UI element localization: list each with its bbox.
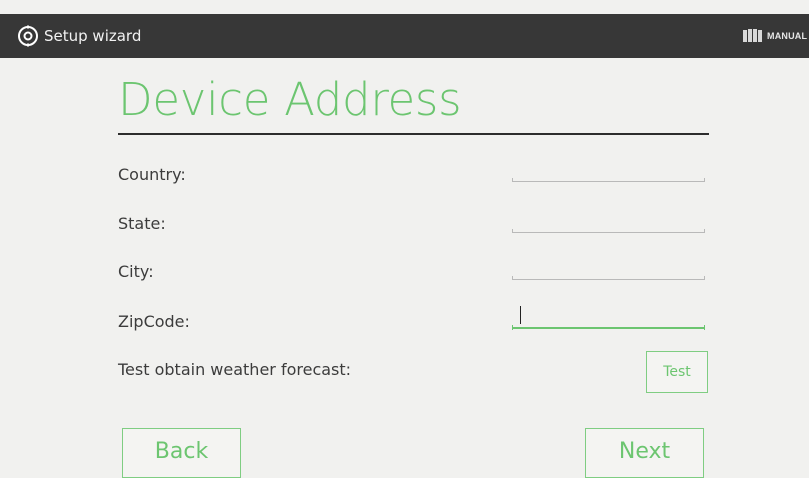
state-label: State:: [118, 214, 166, 233]
text-cursor: [520, 306, 521, 324]
app-title: Setup wizard: [44, 27, 142, 45]
city-field[interactable]: [512, 258, 705, 280]
zipcode-field[interactable]: [512, 307, 705, 329]
country-field-edge-left: [512, 178, 513, 182]
zipcode-field-edge-right: [704, 325, 705, 330]
gear-icon[interactable]: [17, 25, 39, 47]
city-field-edge-right: [704, 276, 705, 280]
title-divider: [118, 133, 709, 135]
manual-link[interactable]: MANUAL: [767, 29, 807, 43]
country-field-edge-right: [704, 178, 705, 182]
state-field[interactable]: [512, 211, 705, 233]
zipcode-label: ZipCode:: [118, 312, 190, 331]
test-forecast-label: Test obtain weather forecast:: [118, 360, 352, 379]
top-app-bar: Setup wizard MANUAL: [0, 14, 809, 58]
country-label: Country:: [118, 165, 186, 184]
zipcode-field-edge-left: [512, 325, 513, 330]
page-title: Device Address: [118, 73, 462, 126]
city-field-edge-left: [512, 276, 513, 280]
state-field-edge-right: [704, 229, 705, 233]
test-button[interactable]: Test: [646, 351, 708, 393]
state-field-edge-left: [512, 229, 513, 233]
book-icon[interactable]: [743, 29, 762, 43]
country-field[interactable]: [512, 160, 705, 182]
city-label: City:: [118, 262, 154, 281]
